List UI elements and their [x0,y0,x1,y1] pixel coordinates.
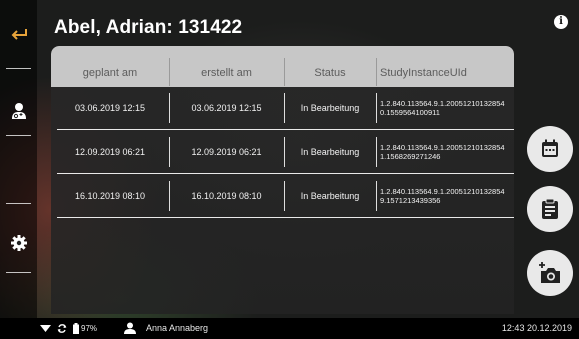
calendar-icon [542,139,558,157]
cell-separator [376,137,377,167]
cell-created: 03.06.2019 12:15 [191,103,262,113]
sidebar-divider [6,68,31,69]
table-row[interactable]: 16.10.2019 08:10 16.10.2019 08:10 In Bea… [51,175,514,217]
table-row[interactable]: 12.09.2019 06:21 12.09.2019 06:21 In Bea… [51,131,514,173]
cell-separator [376,93,377,123]
back-button[interactable] [0,20,37,50]
sidebar [0,0,37,318]
uid-line: 1.2.840.113564.9.1.20051210132854 [380,187,505,196]
doctor-button[interactable] [0,96,37,126]
row-divider [57,173,514,174]
clipboard-button[interactable] [527,186,573,232]
cell-planned: 16.10.2019 08:10 [74,191,146,201]
study-table: geplant am erstellt am Status StudyInsta… [51,46,514,314]
cell-uid: 1.2.840.113564.9.1.20051210132854 0.1559… [380,87,514,129]
row-divider [57,217,514,218]
user-icon [124,322,136,334]
uid-line: 1.2.840.113564.9.1.20051210132854 [380,99,505,108]
sidebar-divider [6,272,31,273]
cell-uid: 1.2.840.113564.9.1.20051210132854 9.1571… [380,175,514,217]
cell-planned: 03.06.2019 12:15 [74,103,146,113]
column-header-status[interactable]: Status [284,46,376,87]
sidebar-divider [6,135,31,136]
battery-level: 97% [81,324,98,333]
cell-status: In Bearbeitung [300,147,360,157]
status-bar: 97% Anna Annaberg 12:43 20.12.2019 [0,318,579,339]
sync-icon [57,324,67,333]
page-title: Abel, Adrian: 131422 [54,17,243,38]
sidebar-divider [6,203,31,204]
table-header: geplant am erstellt am Status StudyInsta… [51,46,514,87]
cell-status: In Bearbeitung [300,103,360,113]
datetime: 12:43 20.12.2019 [501,323,572,333]
clipboard-icon [542,198,558,219]
uid-line: 0.1559564100911 [380,108,440,117]
uid-line: 1.2.840.113564.9.1.20051210132854 [380,143,505,152]
table-row[interactable]: 03.06.2019 12:15 03.06.2019 12:15 In Bea… [51,87,514,129]
column-header-created[interactable]: erstellt am [169,46,284,87]
row-divider [57,129,514,130]
back-arrow-icon [11,29,27,40]
cell-separator [376,181,377,211]
column-header-planned[interactable]: geplant am [51,46,169,87]
add-camera-icon [539,262,560,283]
doctor-icon [11,103,26,119]
add-photo-button[interactable] [527,250,573,296]
info-icon[interactable]: i [554,15,568,29]
gear-icon [10,235,27,251]
column-header-uid[interactable]: StudyInstanceUId [380,46,514,87]
calendar-button[interactable] [527,126,573,172]
settings-button[interactable] [0,228,37,258]
cell-planned: 12.09.2019 06:21 [74,147,146,157]
battery-icon [73,323,79,334]
cell-created: 16.10.2019 08:10 [191,191,262,201]
uid-line: 1.1568269271246 [380,152,441,161]
cell-status: In Bearbeitung [300,191,360,201]
cell-uid: 1.2.840.113564.9.1.20051210132854 1.1568… [380,131,514,173]
wifi-icon [40,325,51,332]
current-user: Anna Annaberg [146,323,209,333]
cell-created: 12.09.2019 06:21 [191,147,262,157]
uid-line: 9.1571213439356 [380,196,441,205]
column-separator [376,58,377,86]
